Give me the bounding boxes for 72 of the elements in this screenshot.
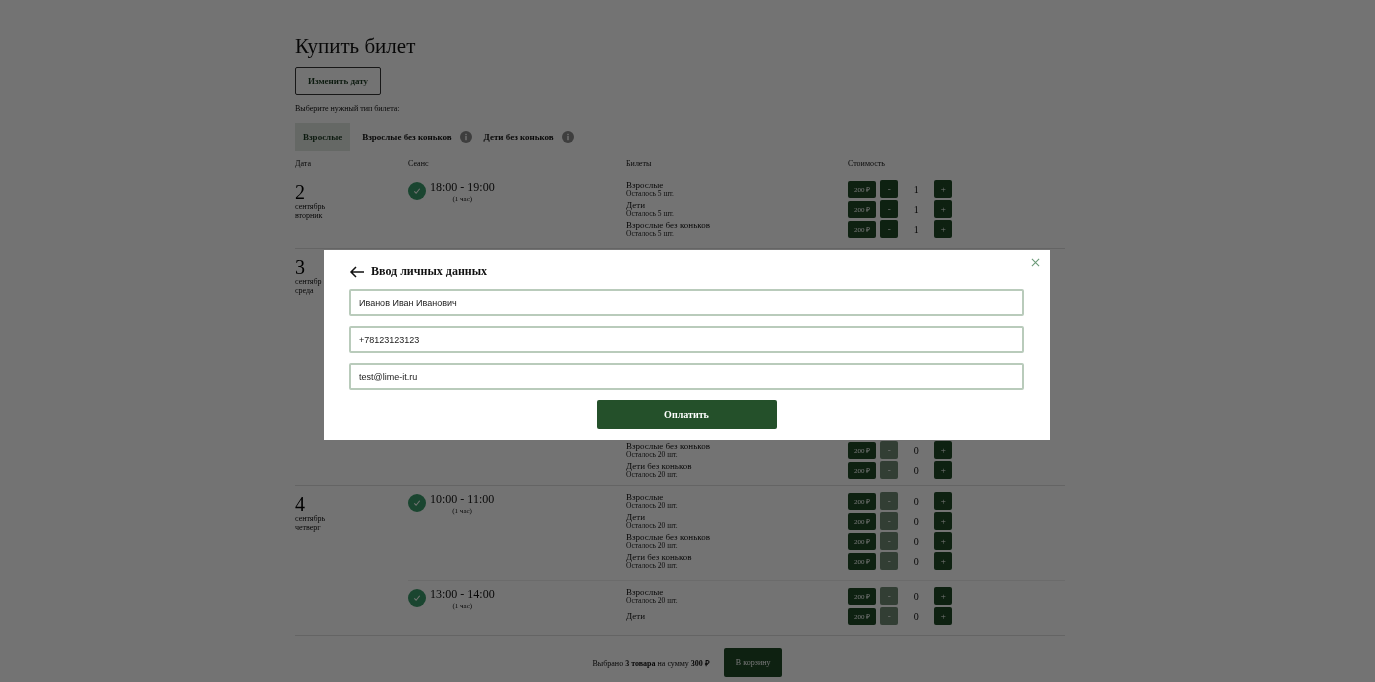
column-header: Стоимость: [848, 159, 886, 168]
info-icon[interactable]: [459, 131, 472, 143]
ticket-name: Взрослые: [626, 492, 664, 502]
ticket-name: Дети: [626, 611, 646, 621]
input-field[interactable]: test@lime-it.ru: [349, 363, 1024, 390]
increase-button[interactable]: +: [934, 200, 953, 218]
input-field[interactable]: Иванов Иван Иванович: [349, 289, 1024, 316]
check-circle-icon: [408, 589, 426, 607]
increase-button[interactable]: +: [934, 492, 953, 510]
column-header: Дата: [295, 159, 312, 168]
decrease-button[interactable]: -: [880, 180, 899, 198]
increase-button[interactable]: +: [934, 220, 953, 238]
ticket-name: Взрослые: [626, 587, 664, 597]
add-to-cart-button[interactable]: В корзину: [723, 647, 783, 677]
decrease-button[interactable]: -: [880, 200, 899, 218]
increase-button[interactable]: +: [934, 552, 953, 570]
ticket-count: 0: [912, 495, 920, 507]
date-month: сентябр: [295, 277, 322, 286]
ticket-name: Дети без коньков: [626, 461, 693, 471]
ticket-count: 1: [912, 183, 920, 195]
increase-button[interactable]: +: [934, 512, 953, 530]
date-weekday: четверг: [295, 523, 321, 532]
back-arrow-icon[interactable]: [349, 265, 365, 278]
ticket-count: 0: [912, 555, 920, 567]
ticket-count: 0: [912, 590, 920, 602]
info-icon[interactable]: [561, 131, 574, 143]
ticket-count: 0: [912, 515, 920, 527]
date-day: 4: [295, 494, 305, 514]
close-icon[interactable]: [1031, 258, 1040, 267]
date-day: 2: [295, 182, 305, 202]
page-title: Купить билет: [295, 34, 417, 59]
check-circle-icon: [408, 182, 426, 200]
ticket-count: 0: [912, 610, 920, 622]
column-header: Сеанс: [408, 159, 430, 168]
ticket-type-tab[interactable]: Взрослые: [295, 123, 351, 151]
ticket-name: Дети: [626, 200, 645, 210]
date-weekday: среда: [295, 286, 314, 295]
ticket-type-tab[interactable]: Дети без коньков: [479, 123, 558, 151]
ticket-count: 1: [912, 223, 920, 235]
column-header: Билеты: [626, 159, 653, 168]
ticket-count: 1: [912, 203, 920, 215]
date-month: сентябрь: [295, 202, 326, 211]
ticket-name: Взрослые без коньков: [626, 532, 711, 542]
session-time: 18:00 - 19:00: [430, 180, 495, 195]
ticket-count: 0: [912, 444, 920, 456]
increase-button[interactable]: +: [934, 441, 953, 459]
pay-button[interactable]: Оплатить: [596, 400, 777, 429]
date-weekday: вторник: [295, 211, 323, 220]
cart-summary: Выбрано 3 товара на сумму 300 ₽: [592, 657, 710, 668]
ticket-name: Взрослые без коньков: [626, 441, 711, 451]
session-time: 10:00 - 11:00: [430, 492, 495, 507]
increase-button[interactable]: +: [934, 180, 953, 198]
ticket-name: Взрослые без коньков: [626, 220, 711, 230]
ticket-name: Взрослые: [626, 180, 665, 190]
ticket-type-prompt: Выберите нужный тип билета:: [295, 104, 401, 113]
date-month: сентябрь: [295, 514, 326, 523]
input-field[interactable]: +78123123123: [349, 326, 1024, 353]
increase-button[interactable]: +: [934, 587, 953, 605]
ticket-type-tab[interactable]: Взрослые без коньков: [358, 123, 456, 151]
ticket-count: 0: [912, 464, 920, 476]
increase-button[interactable]: +: [934, 607, 953, 625]
session-time: 13:00 - 14:00: [430, 587, 495, 602]
date-day: 3: [295, 257, 305, 277]
ticket-name: Дети без коньков: [626, 552, 693, 562]
check-circle-icon: [408, 494, 426, 512]
increase-button[interactable]: +: [934, 532, 953, 550]
decrease-button[interactable]: -: [880, 220, 899, 238]
ticket-name: Дети: [626, 512, 645, 522]
change-date-button[interactable]: Изменить дату: [295, 67, 382, 95]
ticket-count: 0: [912, 535, 920, 547]
increase-button[interactable]: +: [934, 461, 953, 479]
dialog-title: Ввод личных данных: [371, 264, 488, 279]
